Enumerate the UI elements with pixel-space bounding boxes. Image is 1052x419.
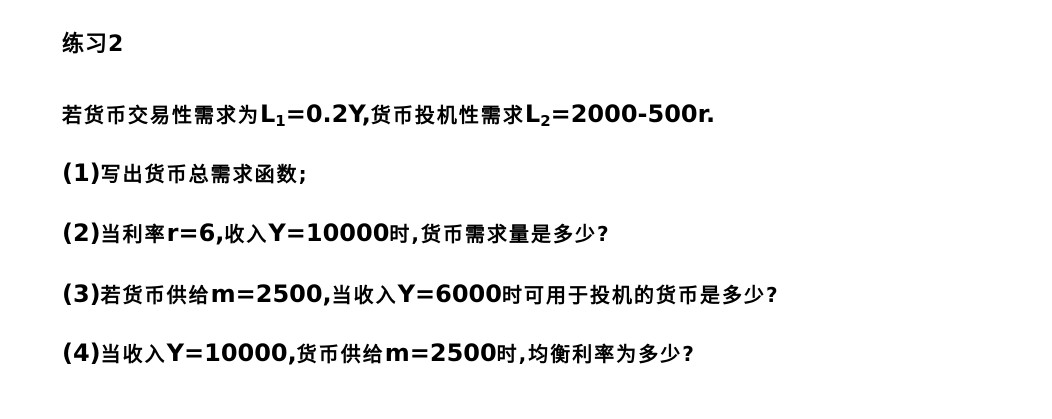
- question-formula: Y=10000,: [166, 339, 297, 367]
- question-formula: Y=6000: [397, 280, 502, 308]
- problem-intro-b: 货币投机性需求: [370, 103, 525, 127]
- l1-formula: =0.2Y,: [285, 100, 371, 128]
- question-formula: Y=10000: [268, 219, 390, 247]
- l2-subscript: 2: [540, 112, 551, 130]
- question-text: 时,货币需求量是多少?: [389, 222, 611, 246]
- question-number: (2): [62, 219, 101, 247]
- question-2: (2)当利率r=6,收入Y=10000时,货币需求量是多少?: [62, 217, 611, 250]
- question-number: (4): [62, 339, 101, 367]
- l2-formula: =2000-500r.: [550, 100, 716, 128]
- question-4: (4)当收入Y=10000,货币供给m=2500时,均衡利率为多少?: [62, 337, 696, 370]
- question-text: 货币供给: [296, 342, 385, 366]
- document-page: 练习2 若货币交易性需求为L1=0.2Y,货币投机性需求L2=2000-500r…: [0, 0, 1052, 419]
- question-text: 时,均衡利率为多少?: [496, 342, 696, 366]
- question-number: (3): [62, 280, 101, 308]
- problem-statement: 若货币交易性需求为L1=0.2Y,货币投机性需求L2=2000-500r.: [62, 98, 715, 131]
- question-formula: m=2500,: [210, 280, 332, 308]
- l1-subscript: 1: [275, 112, 286, 130]
- l1-base: L: [260, 100, 276, 128]
- question-text: 收入: [224, 222, 269, 246]
- question-text: 若货币供给: [100, 283, 211, 307]
- question-1: (1)写出货币总需求函数;: [62, 157, 309, 190]
- problem-intro-a: 若货币交易性需求为: [62, 103, 260, 127]
- question-text: 当收入: [100, 342, 167, 366]
- question-3: (3)若货币供给m=2500,当收入Y=6000时可用于投机的货币是多少?: [62, 278, 780, 311]
- question-formula: r=6,: [166, 219, 225, 247]
- question-formula: m=2500: [384, 339, 497, 367]
- question-text: 时可用于投机的货币是多少?: [501, 283, 780, 307]
- l2-base: L: [524, 100, 541, 128]
- question-number: (1): [62, 159, 101, 187]
- question-text: 当利率: [100, 222, 167, 246]
- exercise-title: 练习2: [62, 32, 125, 57]
- question-text: 写出货币总需求函数;: [100, 162, 309, 186]
- question-text: 当收入: [331, 283, 398, 307]
